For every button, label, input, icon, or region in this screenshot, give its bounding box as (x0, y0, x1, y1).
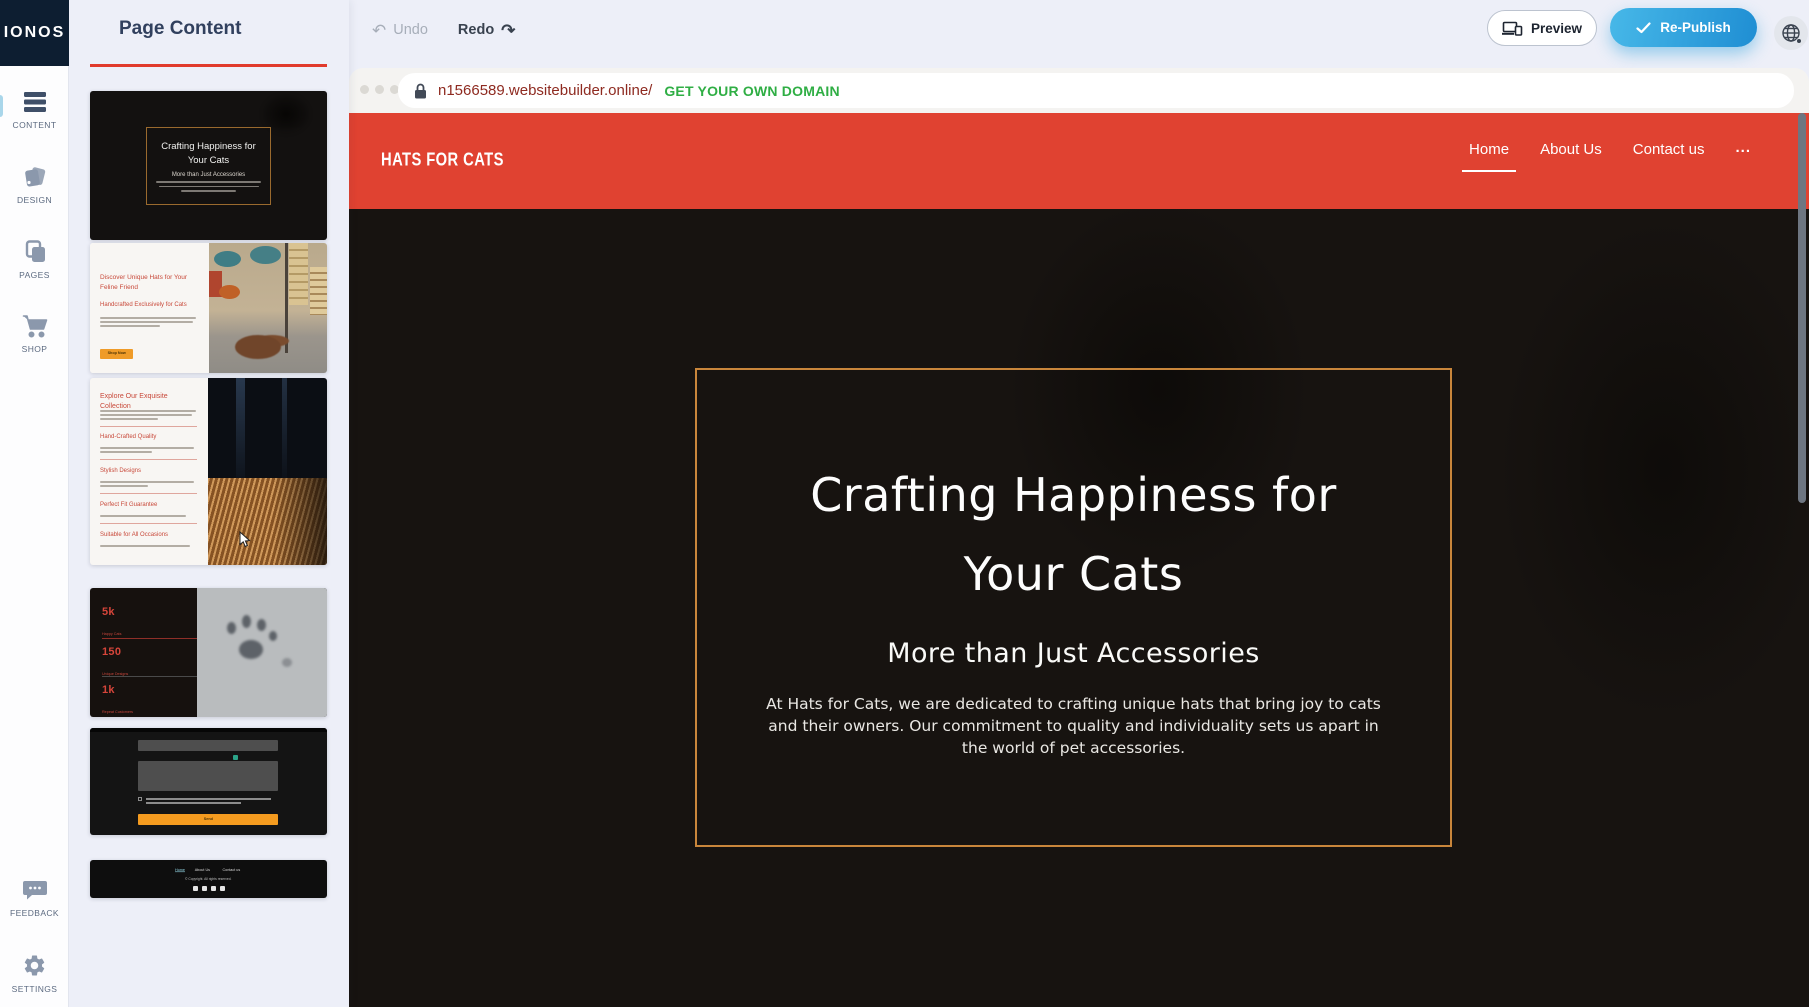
undo-redo-group: ↶ Undo Redo ↷ (372, 15, 515, 45)
ionos-logo[interactable]: IONOS (0, 0, 69, 66)
section-thumbnail-collection[interactable]: Explore Our Exquisite Collection Hand-Cr… (90, 378, 327, 565)
check-icon (1636, 22, 1651, 34)
redo-label: Redo (458, 22, 494, 38)
section-thumbnail-contact-form[interactable]: Name* Message Please fill in all the req… (90, 728, 327, 835)
sidebar-item-pages[interactable]: PAGES (0, 238, 69, 280)
design-icon (21, 163, 48, 190)
website-builder-app: ↶ Undo Redo ↷ Preview Re-Publish (0, 0, 1809, 1007)
hero-body-text: At Hats for Cats, we are dedicated to cr… (760, 693, 1388, 759)
canvas-scrollbar[interactable] (1798, 113, 1806, 503)
sidebar-item-settings[interactable]: SETTINGS (0, 952, 69, 994)
site-nav: Home About Us Contact us ... (1469, 139, 1751, 174)
site-logo[interactable]: HATS FOR CATS (381, 148, 504, 170)
gear-icon (21, 952, 48, 979)
thumb-subheading: Handcrafted Exclusively for Cats (100, 302, 202, 308)
pages-icon (21, 238, 48, 265)
content-icon (21, 88, 48, 115)
sidebar-item-content[interactable]: CONTENT (0, 88, 69, 130)
undo-button[interactable]: ↶ Undo (372, 22, 428, 39)
preview-label: Preview (1531, 21, 1582, 36)
redo-button[interactable]: Redo ↷ (458, 22, 516, 39)
thumb-street-photo (209, 243, 327, 373)
thumb-heading: Explore Our Exquisite Collection (100, 392, 200, 412)
browser-chrome-bar: n1566589.websitebuilder.online/ GET YOUR… (349, 68, 1809, 113)
feedback-bubble-icon (21, 876, 48, 903)
sidebar-item-shop[interactable]: SHOP (0, 312, 69, 354)
section-thumbnail-footer[interactable]: Home About Us Contact us © Copyright. Al… (90, 860, 327, 898)
thumb-consent-checkbox (138, 797, 142, 801)
thumb-name-field (138, 740, 278, 751)
section-thumbnail-hero[interactable]: Crafting Happiness for Your Cats More th… (90, 91, 327, 240)
nav-contact[interactable]: Contact us (1633, 141, 1705, 172)
nav-more-ellipsis[interactable]: ... (1735, 139, 1751, 174)
preview-button[interactable]: Preview (1487, 10, 1597, 46)
sidebar-item-feedback[interactable]: FEEDBACK (0, 876, 69, 918)
site-hero-section[interactable]: Crafting Happiness for Your Cats More th… (349, 209, 1809, 1007)
thumb-cat-fur-photo (208, 378, 327, 565)
main-sidebar: IONOS CONTENT DESIGN (0, 0, 69, 1007)
section-insert-indicator (90, 64, 327, 67)
site-url: n1566589.websitebuilder.online/ (438, 82, 652, 99)
thumb-shop-now-button: Shop Now (100, 349, 133, 359)
undo-label: Undo (393, 22, 428, 38)
cart-icon (21, 312, 48, 339)
page-content-panel: Page Content Crafting Happiness for Your… (69, 0, 349, 1007)
window-dots (360, 85, 399, 94)
sidebar-item-design[interactable]: DESIGN (0, 163, 69, 205)
republish-button[interactable]: Re-Publish (1610, 8, 1757, 47)
section-thumbnail-discover[interactable]: Discover Unique Hats for Your Feline Fri… (90, 243, 327, 373)
hero-background-cat-shadow-2 (1499, 219, 1809, 719)
notification-dot (1796, 38, 1802, 44)
section-thumbnail-stats[interactable]: 5k Happy Cats 150 Unique Designs 1k Repe… (90, 588, 327, 717)
panel-title: Page Content (119, 18, 241, 40)
hero-heading: Crafting Happiness for Your Cats (810, 456, 1337, 614)
thumb-form-icon (233, 755, 238, 760)
republish-label: Re-Publish (1660, 20, 1731, 35)
nav-home[interactable]: Home (1469, 141, 1509, 172)
url-bar[interactable]: n1566589.websitebuilder.online/ GET YOUR… (398, 73, 1794, 108)
lock-icon (414, 83, 427, 99)
thumb-hero-box: Crafting Happiness for Your Cats More th… (146, 127, 271, 205)
redo-icon: ↷ (501, 22, 515, 39)
devices-icon (1502, 21, 1523, 36)
hero-subheading: More than Just Accessories (887, 638, 1259, 669)
get-domain-link[interactable]: GET YOUR OWN DOMAIN (664, 83, 839, 99)
hero-editable-box[interactable]: Crafting Happiness for Your Cats More th… (695, 368, 1452, 847)
nav-about[interactable]: About Us (1540, 141, 1602, 172)
undo-icon: ↶ (372, 22, 386, 39)
thumb-send-button: Send (138, 814, 278, 825)
site-header[interactable]: HATS FOR CATS Home About Us Contact us .… (349, 113, 1809, 209)
thumb-heading: Discover Unique Hats for Your Feline Fri… (100, 273, 202, 293)
language-globe-button[interactable] (1774, 16, 1808, 50)
thumb-social-icons (193, 886, 225, 891)
thumb-paw-print-photo (197, 588, 327, 717)
thumb-message-field (138, 761, 278, 791)
